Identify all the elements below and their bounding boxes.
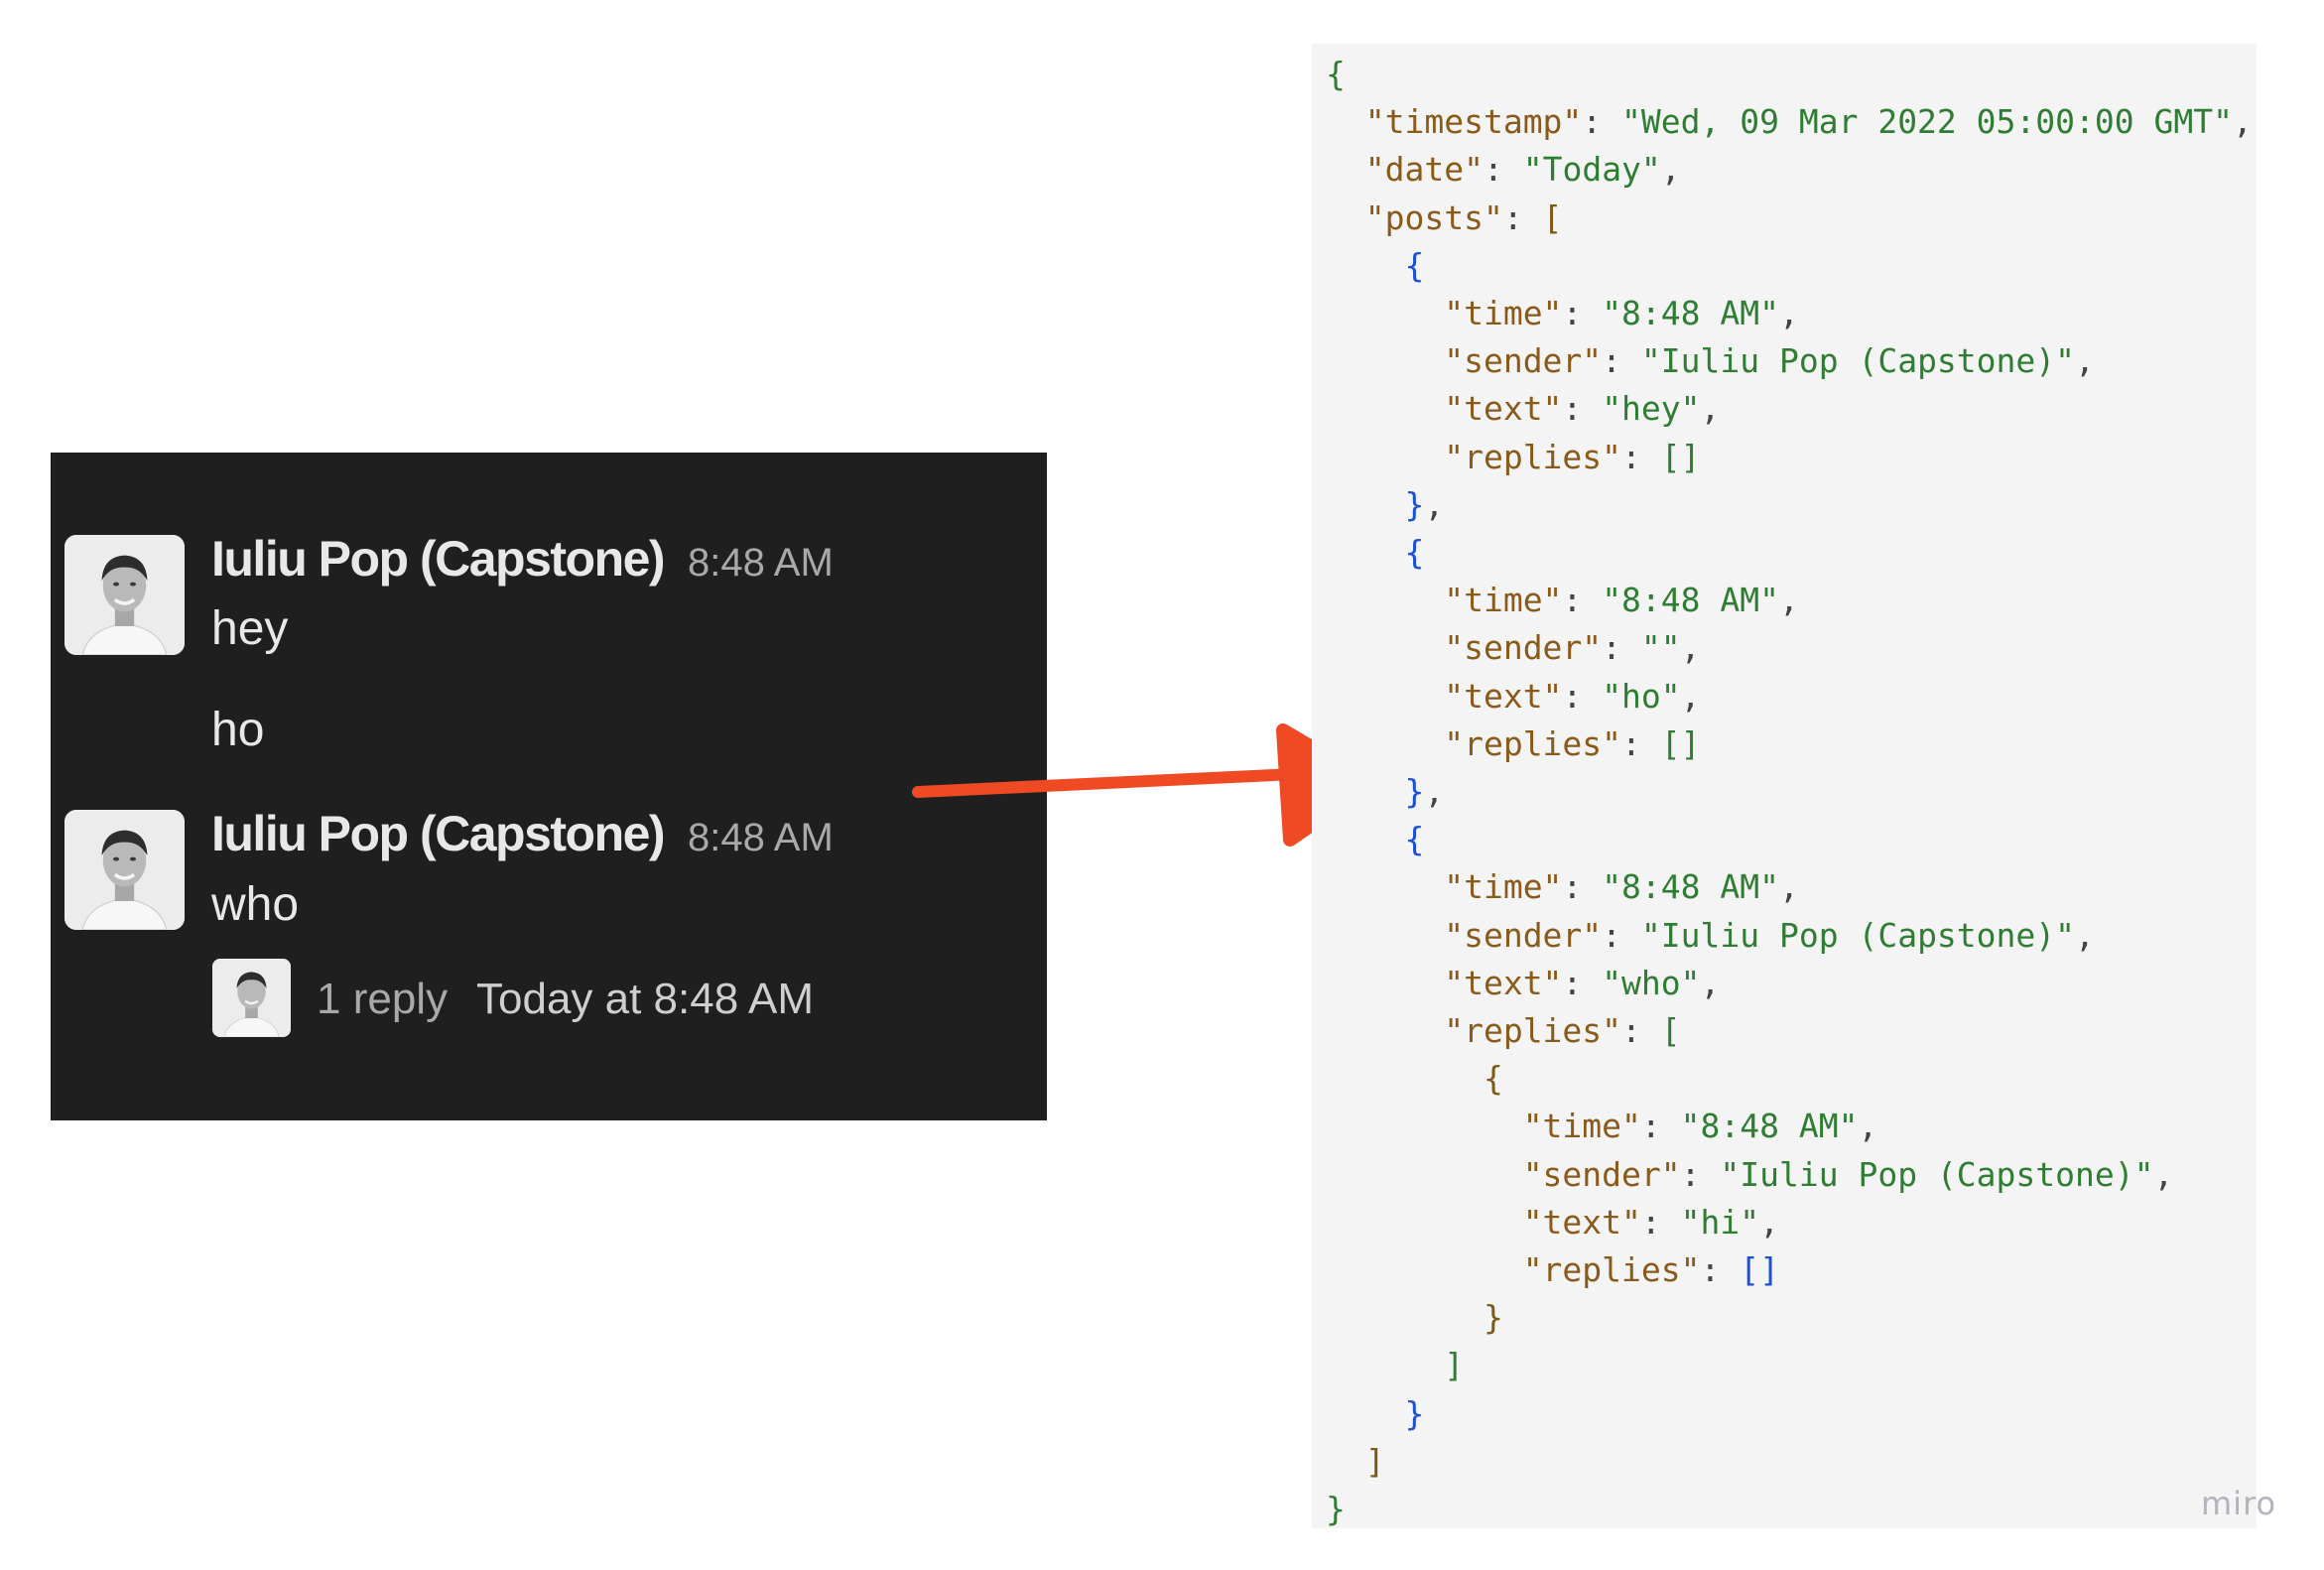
code-line: }, <box>1404 484 1445 524</box>
code-line: } <box>1326 1490 1346 1529</box>
json-code-text: { "timestamp": "Wed, 09 Mar 2022 05:00:0… <box>1326 51 2253 1533</box>
message-text: who <box>211 878 300 931</box>
code-line: "date": "Today", <box>1364 150 1681 190</box>
code-line: "sender": "Iuliu Pop (Capstone)", <box>1444 915 2095 955</box>
message-text: hey <box>211 602 289 655</box>
json-code-block: { "timestamp": "Wed, 09 Mar 2022 05:00:0… <box>1312 44 2257 1528</box>
code-line: "text": "ho", <box>1444 676 1701 716</box>
code-line: "text": "hi", <box>1522 1202 1780 1242</box>
code-line: "time": "8:48 AM", <box>1522 1107 1878 1146</box>
code-line: "replies": [ <box>1444 1011 1681 1051</box>
code-line: "posts": [ <box>1364 197 1563 237</box>
code-line: "replies": [] <box>1444 437 1701 476</box>
code-line: "text": "hey", <box>1444 389 1721 429</box>
code-line: { <box>1404 533 1425 573</box>
code-line: "time": "8:48 AM", <box>1444 867 1799 907</box>
code-line: }, <box>1404 772 1445 812</box>
avatar-portrait-icon <box>65 535 185 655</box>
miro-watermark: miro <box>2201 1485 2277 1522</box>
user-avatar[interactable] <box>65 810 185 930</box>
code-line: { <box>1483 1059 1503 1099</box>
reply-avatar[interactable] <box>212 959 291 1037</box>
code-line: } <box>1404 1393 1425 1433</box>
code-line: "time": "8:48 AM", <box>1444 581 1799 620</box>
message-text: ho <box>211 704 265 756</box>
message-timestamp[interactable]: 8:48 AM <box>688 816 834 860</box>
user-avatar[interactable] <box>65 535 185 655</box>
code-line: "text": "who", <box>1444 963 1721 1002</box>
slack-message-panel: Iuliu Pop (Capstone) 8:48 AM hey ho Iuli… <box>51 453 1047 1120</box>
thread-last-reply-time[interactable]: Today at 8:48 AM <box>476 975 814 1024</box>
code-line: ] <box>1444 1346 1465 1385</box>
code-line: { <box>1404 245 1425 285</box>
code-line: "sender": "", <box>1444 628 1701 668</box>
avatar-portrait-icon <box>65 810 185 930</box>
code-line: "replies": [] <box>1444 723 1701 763</box>
message-timestamp[interactable]: 8:48 AM <box>688 541 834 586</box>
sender-name[interactable]: Iuliu Pop (Capstone) <box>211 530 666 588</box>
code-line: { <box>1326 55 1346 93</box>
code-line: { <box>1404 820 1425 859</box>
thread-reply-count-link[interactable]: 1 reply <box>317 975 448 1024</box>
code-line: } <box>1483 1298 1503 1338</box>
code-line: "replies": [] <box>1522 1250 1779 1290</box>
code-line: "sender": "Iuliu Pop (Capstone)", <box>1444 341 2095 381</box>
avatar-portrait-icon <box>212 959 291 1037</box>
code-line: "timestamp": "Wed, 09 Mar 2022 05:00:00 … <box>1364 102 2253 142</box>
sender-name[interactable]: Iuliu Pop (Capstone) <box>211 805 666 862</box>
code-line: "time": "8:48 AM", <box>1444 294 1799 333</box>
code-line: "sender": "Iuliu Pop (Capstone)", <box>1522 1154 2174 1194</box>
code-line: ] <box>1364 1441 1385 1481</box>
